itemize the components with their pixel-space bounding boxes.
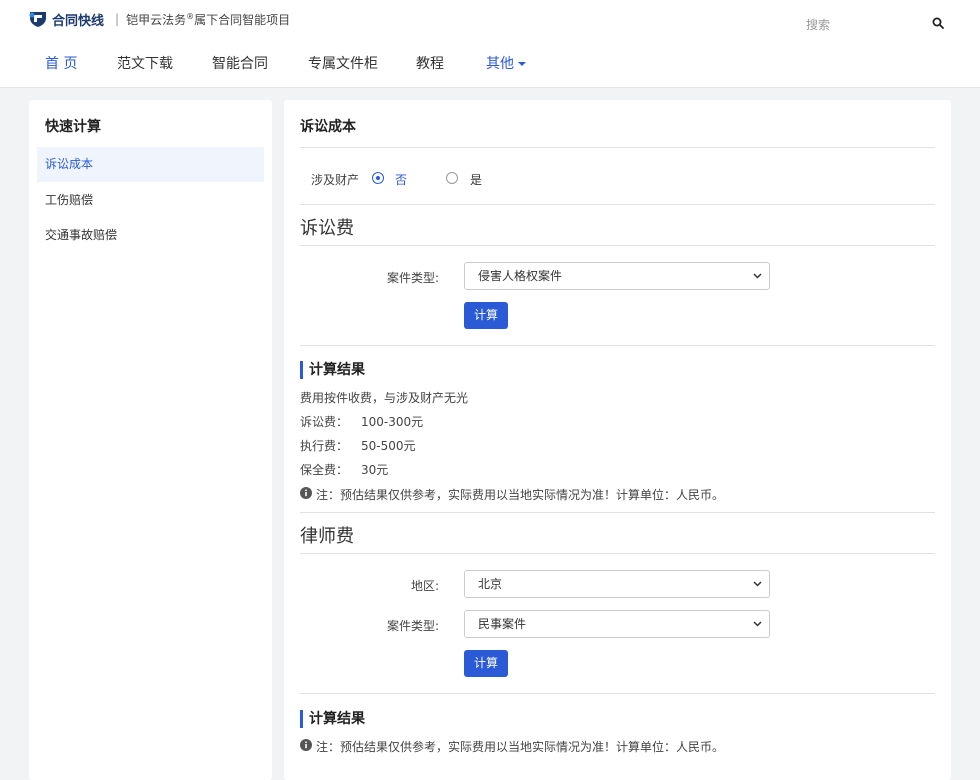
calculate-lawyer-button[interactable]: 计算 (464, 650, 508, 677)
tagline-registered: ® (186, 11, 195, 21)
case-type-label: 案件类型: (386, 271, 439, 285)
sidebar-item-traffic-accident[interactable]: 交通事故赔偿 (37, 218, 264, 253)
nav-item-other[interactable]: 其他 (486, 53, 526, 73)
case-type-value: 侵害人格权案件 (478, 269, 563, 283)
lawyer-case-type-select[interactable]: 民事案件 (464, 610, 770, 638)
logo-shield-icon (29, 12, 46, 27)
divider (300, 147, 935, 148)
result-row-value: 50-500元 (361, 439, 416, 453)
property-label: 涉及财产 (311, 173, 360, 187)
logo[interactable]: 合同快线 | 铠甲云法务®属下合同智能项目 (28, 9, 290, 29)
nav-item-tutorial[interactable]: 教程 (416, 53, 444, 73)
property-yes-radio[interactable] (446, 172, 458, 184)
region-value: 北京 (478, 577, 503, 591)
sidebar: 快速计算 诉讼成本 工伤赔偿 交通事故赔偿 (29, 100, 272, 780)
lawyer-result-title: 计算结果 (300, 710, 365, 728)
site-header: 合同快线 | 铠甲云法务®属下合同智能项目 搜索 首 页 范文下载 智能合同 专… (0, 0, 980, 88)
nav-item-smart-contract[interactable]: 智能合同 (212, 53, 268, 73)
logo-text: 合同快线 (52, 13, 105, 29)
search-icon[interactable] (932, 17, 944, 29)
chevron-down-icon (753, 621, 762, 627)
result-row-value: 30元 (361, 463, 389, 477)
calculate-litigation-button[interactable]: 计算 (464, 302, 508, 329)
property-no-label[interactable]: 否 (395, 171, 407, 188)
case-type-select[interactable]: 侵害人格权案件 (464, 262, 770, 290)
divider (300, 512, 935, 513)
property-no-radio[interactable] (372, 172, 384, 184)
result-description: 费用按件收费，与涉及财产无光 (300, 391, 469, 405)
tagline-main: 铠甲云法务 (126, 12, 187, 27)
page-title: 诉讼成本 (300, 119, 356, 135)
litigation-fee-heading: 诉讼费 (300, 218, 354, 239)
logo-separator: | (115, 12, 120, 26)
lawyer-case-type-label: 案件类型: (386, 619, 439, 633)
info-icon (300, 739, 312, 751)
divider (300, 245, 935, 246)
divider (300, 553, 935, 554)
divider (300, 345, 935, 346)
chevron-down-icon (753, 273, 762, 279)
caret-down-icon (518, 62, 526, 66)
tagline-rest: 属下合同智能项目 (194, 12, 291, 27)
result-row-label: 保全费： (300, 463, 349, 477)
result-row-label: 诉讼费： (300, 415, 349, 429)
region-select[interactable]: 北京 (464, 570, 770, 598)
nav-item-other-label: 其他 (486, 56, 514, 72)
chevron-down-icon (753, 581, 762, 587)
lawyer-case-type-value: 民事案件 (478, 617, 527, 631)
result-row-value: 100-300元 (361, 415, 424, 429)
region-label: 地区: (410, 579, 439, 593)
divider (300, 204, 935, 205)
search-input[interactable]: 搜索 (806, 16, 830, 33)
nav-item-templates[interactable]: 范文下载 (117, 53, 173, 73)
main-panel: 诉讼成本 涉及财产 否 是 诉讼费 案件类型: 侵害人格权案件 计算 计算结果 … (284, 100, 951, 780)
result-row-label: 执行费： (300, 439, 349, 453)
divider (300, 693, 935, 694)
sidebar-item-litigation-cost[interactable]: 诉讼成本 (37, 147, 264, 182)
nav-item-home[interactable]: 首 页 (45, 53, 77, 73)
property-yes-label[interactable]: 是 (470, 171, 482, 188)
nav-item-file-cabinet[interactable]: 专属文件柜 (308, 53, 378, 73)
litigation-note: 注：预估结果仅供参考，实际费用以当地实际情况为准！计算单位：人民币。 (316, 488, 725, 502)
litigation-result-title: 计算结果 (300, 361, 365, 379)
tagline: 铠甲云法务®属下合同智能项目 (126, 11, 290, 28)
search-box[interactable]: 搜索 (806, 14, 948, 34)
sidebar-item-work-injury[interactable]: 工伤赔偿 (37, 183, 264, 218)
sidebar-title: 快速计算 (45, 119, 101, 135)
lawyer-fee-heading: 律师费 (300, 526, 354, 547)
info-icon (300, 487, 312, 499)
main-nav: 首 页 范文下载 智能合同 专属文件柜 教程 其他 (0, 48, 980, 78)
lawyer-note: 注：预估结果仅供参考，实际费用以当地实际情况为准！计算单位：人民币。 (316, 740, 725, 754)
